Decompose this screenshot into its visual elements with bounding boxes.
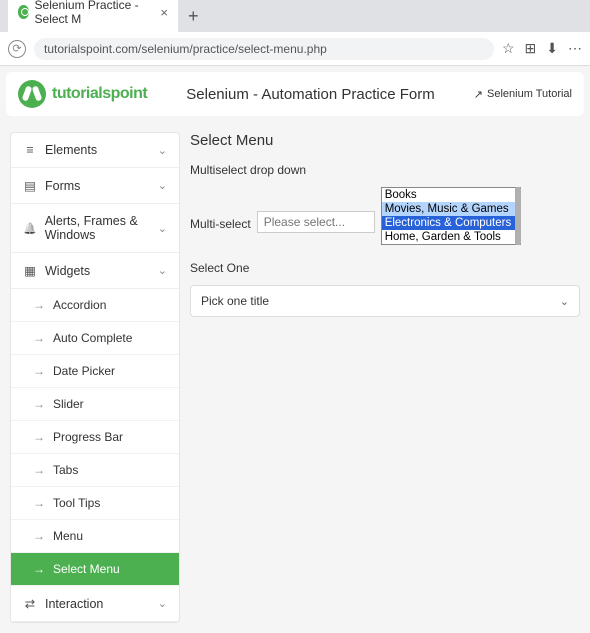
tab-title: Selenium Practice - Select M [35,0,151,26]
list-option[interactable]: Movies, Music & Games [382,202,520,216]
more-icon[interactable]: ⋯ [568,40,582,57]
widgets-icon [23,263,37,278]
sub-label: Slider [53,397,84,411]
multiselect-heading: Multiselect drop down [190,163,580,177]
sidebar-item-label: Forms [45,179,80,193]
sub-label: Tabs [53,463,78,477]
sidebar-sub-tool-tips[interactable]: → Tool Tips [11,487,179,520]
sidebar: Elements ⌄ Forms ⌄ Alerts, Frames & Wind… [10,132,180,623]
chevron-down-icon: ⌄ [158,144,167,157]
sidebar-item-label: Alerts, Frames & Windows [45,214,150,242]
star-icon[interactable]: ☆ [502,40,515,57]
sidebar-item-label: Elements [45,143,97,157]
chevron-down-icon: ⌄ [158,179,167,192]
extension-icon[interactable]: ⊞ [525,40,537,57]
tutorial-link[interactable]: ↗ Selenium Tutorial [474,88,572,101]
arrow-right-icon: → [33,298,45,312]
sidebar-item-interaction[interactable]: Interaction ⌄ [11,586,179,622]
chevron-down-icon: ⌄ [158,264,167,277]
arrow-right-icon: → [33,463,45,477]
browser-tab-strip: Selenium Practice - Select M × + [0,0,590,32]
forms-icon [23,178,37,193]
chevron-down-icon: ⌄ [158,222,167,235]
chevron-down-icon: ⌄ [158,597,167,610]
select-one-group: Select One Pick one title ⌄ [190,261,580,317]
page-title: Selenium - Automation Practice Form [186,86,434,103]
sidebar-sub-progress-bar[interactable]: → Progress Bar [11,421,179,454]
sidebar-sub-auto-complete[interactable]: → Auto Complete [11,322,179,355]
sidebar-item-forms[interactable]: Forms ⌄ [11,168,179,204]
external-link-icon: ↗ [474,88,483,101]
section-title: Select Menu [190,132,580,149]
sub-label: Date Picker [53,364,115,378]
new-tab-button[interactable]: + [188,6,199,27]
url-input[interactable]: tutorialspoint.com/selenium/practice/sel… [34,38,494,60]
list-option[interactable]: Books [382,188,520,202]
close-icon[interactable]: × [160,5,168,20]
chevron-down-icon: ⌄ [560,295,569,308]
interaction-icon [23,596,37,611]
sidebar-sub-slider[interactable]: → Slider [11,388,179,421]
address-bar: ⟳ tutorialspoint.com/selenium/practice/s… [0,32,590,66]
download-icon[interactable]: ⬇ [546,40,558,57]
reload-button[interactable]: ⟳ [8,40,26,58]
multiselect-group: Multiselect drop down Multi-select Books… [190,163,580,245]
tutorial-link-label: Selenium Tutorial [487,88,572,100]
arrow-right-icon: → [33,529,45,543]
sub-label: Progress Bar [53,430,123,444]
scrollbar[interactable] [515,187,521,245]
select-one-heading: Select One [190,261,580,275]
dropdown-value: Pick one title [201,294,269,308]
multiselect-label: Multi-select [190,213,251,231]
sidebar-sub-tabs[interactable]: → Tabs [11,454,179,487]
arrow-right-icon: → [33,496,45,510]
sidebar-item-label: Widgets [45,264,90,278]
arrow-right-icon: → [33,562,45,576]
logo-icon [18,80,46,108]
favicon-icon [18,5,29,19]
arrow-right-icon: → [33,331,45,345]
widgets-submenu: → Accordion → Auto Complete → Date Picker →… [11,289,179,586]
sub-label: Tool Tips [53,496,100,510]
multiselect-input[interactable] [257,211,375,233]
browser-tab[interactable]: Selenium Practice - Select M × [8,0,178,32]
sidebar-sub-select-menu[interactable]: → Select Menu [11,553,179,586]
sidebar-item-elements[interactable]: Elements ⌄ [11,133,179,168]
select-one-dropdown[interactable]: Pick one title ⌄ [190,285,580,317]
main-panel: Select Menu Multiselect drop down Multi-… [190,132,580,623]
multiselect-listbox[interactable]: Books Movies, Music & Games Electronics … [381,187,521,245]
sub-label: Menu [53,529,83,543]
sub-label: Select Menu [53,562,120,576]
sidebar-item-widgets[interactable]: Widgets ⌄ [11,253,179,289]
list-option[interactable]: Electronics & Computers [382,216,520,230]
bell-icon [23,222,37,235]
logo-text: tutorialspoint [52,85,147,103]
sidebar-item-label: Interaction [45,597,103,611]
list-option[interactable]: Home, Garden & Tools [382,230,520,244]
chrome-actions: ☆ ⊞ ⬇ ⋯ [502,40,582,57]
arrow-right-icon: → [33,397,45,411]
elements-icon [23,143,37,157]
sub-label: Auto Complete [53,331,132,345]
sidebar-sub-date-picker[interactable]: → Date Picker [11,355,179,388]
arrow-right-icon: → [33,430,45,444]
sidebar-item-alerts[interactable]: Alerts, Frames & Windows ⌄ [11,204,179,253]
content-area: Elements ⌄ Forms ⌄ Alerts, Frames & Wind… [0,122,590,633]
logo[interactable]: tutorialspoint [18,80,147,108]
sub-label: Accordion [53,298,106,312]
sidebar-sub-menu[interactable]: → Menu [11,520,179,553]
sidebar-sub-accordion[interactable]: → Accordion [11,289,179,322]
arrow-right-icon: → [33,364,45,378]
page-header: tutorialspoint Selenium - Automation Pra… [6,72,584,116]
